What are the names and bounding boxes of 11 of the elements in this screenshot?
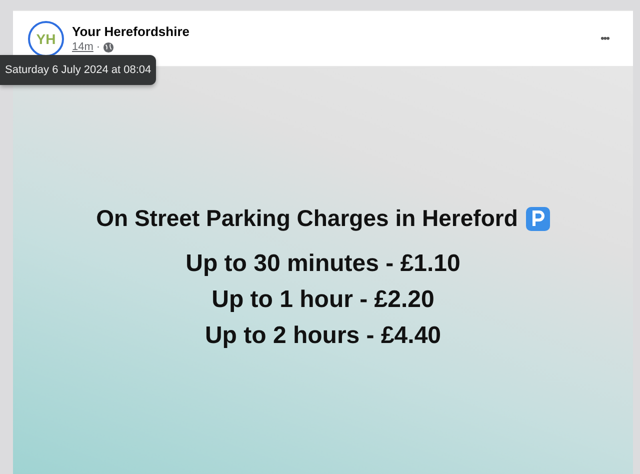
price-line: Up to 30 minutes - £1.10 [186, 249, 460, 279]
price-line: Up to 1 hour - £2.20 [212, 285, 434, 315]
globe-icon [103, 42, 114, 52]
timestamp-tooltip: Saturday 6 July 2024 at 08:04 [0, 55, 156, 85]
image-heading: On Street Parking Charges in Hereford [96, 205, 518, 232]
post-time[interactable]: 14m [72, 41, 94, 53]
price-line: Up to 2 hours - £4.40 [204, 321, 442, 351]
separator: · [96, 41, 100, 53]
parking-icon [526, 206, 550, 230]
author-name[interactable]: Your Herefordshire [72, 24, 588, 39]
more-options-button[interactable]: ••• [596, 28, 613, 48]
